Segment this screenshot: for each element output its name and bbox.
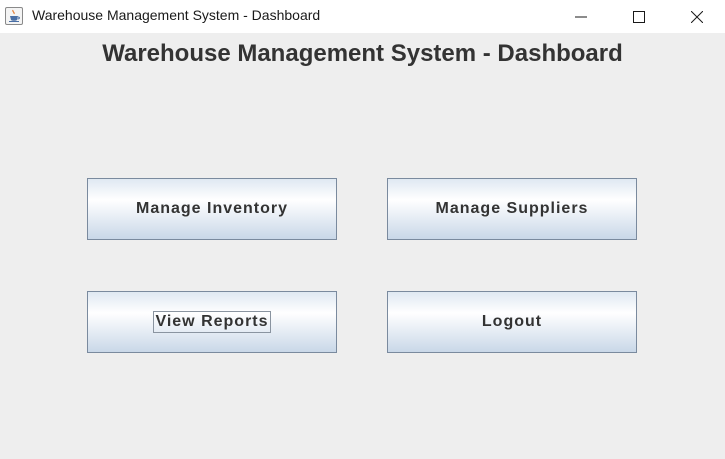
view-reports-button[interactable]: View Reports bbox=[87, 291, 337, 353]
view-reports-label: View Reports bbox=[153, 311, 271, 333]
manage-inventory-button[interactable]: Manage Inventory bbox=[87, 178, 337, 240]
close-button[interactable] bbox=[668, 0, 725, 33]
minimize-button[interactable] bbox=[552, 0, 610, 33]
page-title: Warehouse Management System - Dashboard bbox=[102, 40, 623, 67]
logout-label: Logout bbox=[481, 313, 543, 330]
maximize-icon bbox=[633, 10, 645, 23]
logout-button[interactable]: Logout bbox=[387, 291, 637, 353]
manage-suppliers-label: Manage Suppliers bbox=[435, 200, 589, 217]
minimize-icon bbox=[575, 16, 587, 17]
java-cup-icon[interactable] bbox=[5, 7, 23, 25]
title-bar[interactable]: Warehouse Management System - Dashboard bbox=[0, 0, 725, 33]
manage-inventory-label: Manage Inventory bbox=[135, 200, 289, 217]
manage-suppliers-button[interactable]: Manage Suppliers bbox=[387, 178, 637, 240]
maximize-button[interactable] bbox=[610, 0, 668, 33]
app-window: Warehouse Management System - Dashboard … bbox=[0, 0, 725, 459]
window-title: Warehouse Management System - Dashboard bbox=[32, 7, 321, 23]
close-icon bbox=[691, 10, 703, 23]
